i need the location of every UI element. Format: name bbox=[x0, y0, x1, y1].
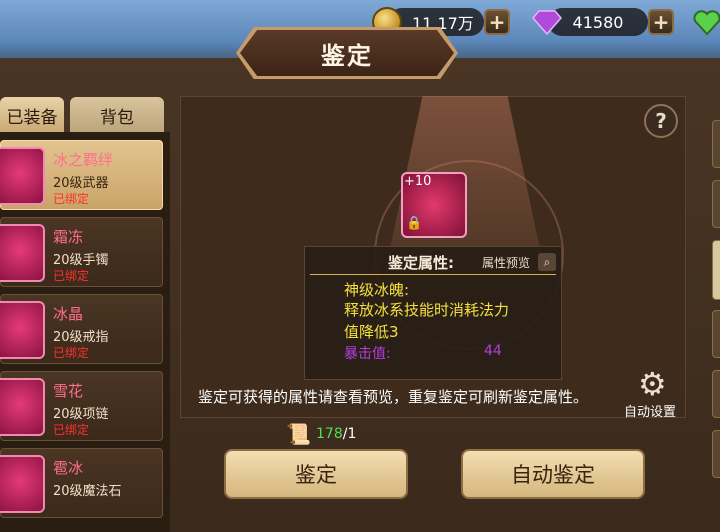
side-tab-button-active[interactable] bbox=[712, 240, 720, 300]
list-item[interactable]: 冰晶 20级戒指 已绑定 bbox=[0, 294, 163, 364]
list-item[interactable]: 冰之羁绊 20级武器 已绑定 bbox=[0, 140, 163, 210]
identify-note: 鉴定可获得的属性请查看预览，重复鉴定可刷新鉴定属性。 bbox=[198, 388, 589, 406]
gem-display: 41580 bbox=[548, 8, 648, 36]
list-item[interactable]: 雪花 20级项链 已绑定 bbox=[0, 371, 163, 441]
attribute-preview-label[interactable]: 属性预览 bbox=[482, 254, 530, 271]
item-bound-status: 已绑定 bbox=[53, 423, 90, 437]
item-level: 20级魔法石 bbox=[53, 484, 122, 499]
search-icon[interactable]: ⌕ bbox=[538, 253, 556, 271]
gem-amount: 41580 bbox=[572, 12, 624, 32]
item-name: 雹冰 bbox=[53, 459, 84, 477]
item-list: 冰之羁绊 20级武器 已绑定 霜冻 20级手镯 已绑定 冰晶 20级戒指 已绑定… bbox=[0, 132, 170, 532]
list-item[interactable]: 雹冰 20级魔法石 bbox=[0, 448, 163, 518]
help-button[interactable]: ? bbox=[644, 104, 678, 138]
scroll-count: 178/1 bbox=[316, 426, 356, 442]
enhance-level: +10 bbox=[404, 174, 432, 189]
tab-bag[interactable]: 背包 bbox=[70, 97, 164, 133]
attribute-line: 释放冰系技能时消耗法力 bbox=[344, 301, 510, 319]
scroll-have: 178 bbox=[316, 426, 343, 442]
auto-settings-label[interactable]: 自动设置 bbox=[624, 401, 676, 420]
identify-button[interactable]: 鉴定 bbox=[224, 449, 408, 499]
attribute-line: 值降低3 bbox=[344, 323, 399, 341]
tab-bag-label: 背包 bbox=[100, 107, 134, 128]
item-name: 雪花 bbox=[53, 382, 84, 400]
item-level: 20级武器 bbox=[53, 176, 109, 191]
auto-identify-button-label: 自动鉴定 bbox=[511, 463, 595, 487]
item-name: 冰晶 bbox=[53, 305, 84, 323]
gear-icon[interactable]: ⚙ bbox=[638, 368, 667, 400]
stamina-heart-icon bbox=[693, 10, 720, 36]
weapon-thumbnail-icon bbox=[0, 147, 45, 205]
side-tab-button[interactable] bbox=[712, 310, 720, 358]
bracelet-thumbnail-icon bbox=[0, 224, 45, 282]
necklace-thumbnail-icon bbox=[0, 378, 45, 436]
item-level: 20级项链 bbox=[53, 407, 109, 422]
add-gem-button[interactable]: + bbox=[648, 9, 674, 35]
side-tab-button[interactable] bbox=[712, 370, 720, 418]
lock-icon: 🔒 bbox=[406, 216, 423, 231]
attribute-divider bbox=[310, 274, 556, 275]
tab-equipped-label: 已装备 bbox=[6, 107, 58, 128]
item-bound-status: 已绑定 bbox=[53, 269, 90, 283]
item-level: 20级手镯 bbox=[53, 253, 109, 268]
ring-thumbnail-icon bbox=[0, 301, 45, 359]
scroll-icon: 📜 bbox=[286, 422, 311, 446]
attribute-line: 神级冰魄: bbox=[344, 281, 410, 299]
add-gold-button[interactable]: + bbox=[484, 9, 510, 35]
scroll-need: /1 bbox=[342, 426, 357, 442]
auto-identify-button[interactable]: 自动鉴定 bbox=[461, 449, 645, 499]
tab-equipped[interactable]: 已装备 bbox=[0, 97, 64, 133]
item-name: 霜冻 bbox=[53, 228, 84, 246]
list-item[interactable]: 霜冻 20级手镯 已绑定 bbox=[0, 217, 163, 287]
magic-stone-thumbnail-icon bbox=[0, 455, 45, 513]
title-banner: 鉴定 bbox=[240, 30, 454, 76]
identify-button-label: 鉴定 bbox=[295, 463, 337, 487]
item-bound-status: 已绑定 bbox=[53, 346, 90, 360]
crit-value: 44 bbox=[484, 343, 502, 359]
side-tab-button[interactable] bbox=[712, 430, 720, 478]
page-title: 鉴定 bbox=[321, 41, 373, 70]
item-bound-status: 已绑定 bbox=[53, 192, 90, 206]
crit-label: 暴击值: bbox=[344, 346, 391, 362]
side-tab-button[interactable] bbox=[712, 180, 720, 228]
side-tab-button[interactable] bbox=[712, 120, 720, 168]
item-level: 20级戒指 bbox=[53, 330, 109, 345]
attribute-title: 鉴定属性: bbox=[388, 254, 454, 272]
purple-gem-icon bbox=[532, 10, 562, 35]
item-name: 冰之羁绊 bbox=[53, 151, 114, 169]
